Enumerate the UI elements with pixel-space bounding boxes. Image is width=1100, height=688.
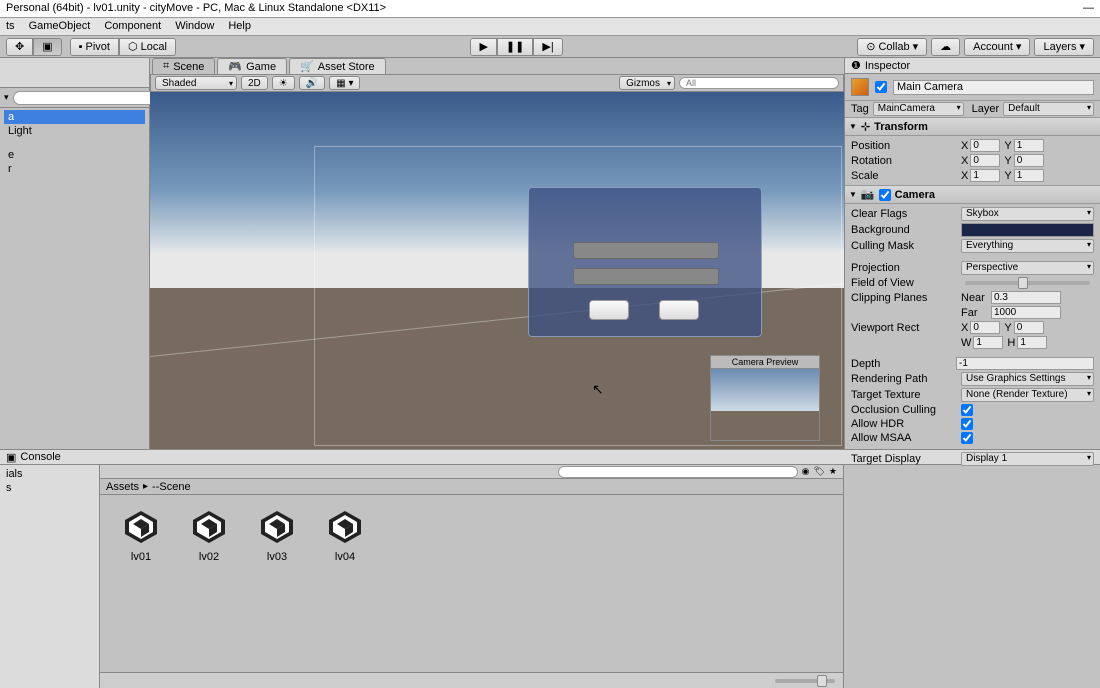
menu-gameobject[interactable]: GameObject <box>29 20 91 33</box>
rot-y[interactable] <box>1014 154 1044 167</box>
search-filter-icon[interactable]: ◉ <box>802 466 810 477</box>
tag-dropdown[interactable]: MainCamera <box>873 102 964 116</box>
login-field-2[interactable] <box>573 268 719 285</box>
active-checkbox[interactable] <box>875 81 887 93</box>
scl-x[interactable] <box>970 169 1000 182</box>
project-search[interactable] <box>558 466 798 478</box>
pause-button[interactable]: ❚❚ <box>497 38 533 56</box>
layer-dropdown[interactable]: Default <box>1003 102 1094 116</box>
hierarchy-item[interactable]: e <box>4 148 145 162</box>
login-field-1[interactable] <box>573 242 719 259</box>
far-field[interactable] <box>991 306 1061 319</box>
clearflags-dropdown[interactable]: Skybox <box>961 207 1094 221</box>
scl-y[interactable] <box>1014 169 1044 182</box>
hdr-checkbox[interactable] <box>961 418 973 430</box>
gizmos-dropdown[interactable]: Gizmos <box>619 76 675 90</box>
transform-header[interactable]: ▼⊹ Transform <box>845 117 1100 136</box>
tab-game[interactable]: 🎮 Game <box>217 58 287 74</box>
hierarchy-item[interactable]: a <box>4 110 145 124</box>
vp-w[interactable] <box>973 336 1003 349</box>
title-bar: Personal (64bit) - lv01.unity - cityMove… <box>0 0 1100 18</box>
asset-grid: lv01 lv02 lv03 lv04 <box>100 495 843 672</box>
2d-toggle[interactable]: 2D <box>241 76 268 90</box>
tab-asset-store[interactable]: 🛒 Asset Store <box>289 58 386 74</box>
login-button-2[interactable] <box>659 300 699 320</box>
menu-help[interactable]: Help <box>228 20 251 33</box>
collab-dropdown[interactable]: ⊙Collab ▾ <box>857 38 927 56</box>
camera-enabled[interactable] <box>879 189 891 201</box>
pos-x[interactable] <box>970 139 1000 152</box>
menu-component[interactable]: Component <box>104 20 161 33</box>
folder-item[interactable]: s <box>2 481 97 495</box>
asset-item[interactable]: lv03 <box>254 507 300 563</box>
step-button[interactable]: ▶| <box>533 38 562 56</box>
cloud-button[interactable]: ☁ <box>931 38 960 56</box>
background-color[interactable] <box>961 223 1094 237</box>
login-button-1[interactable] <box>589 300 629 320</box>
audio-toggle-icon[interactable]: 🔊 <box>299 76 325 90</box>
renderpath-dropdown[interactable]: Use Graphics Settings <box>961 372 1094 386</box>
hierarchy-panel: ▾ a Light e r <box>0 58 150 449</box>
tab-scene[interactable]: ⌗ Scene <box>152 58 215 74</box>
play-button[interactable]: ▶ <box>470 38 496 56</box>
camera-preview: Camera Preview <box>710 355 820 441</box>
create-dropdown[interactable]: ▾ <box>4 92 9 103</box>
hierarchy-item[interactable]: Light <box>4 124 145 138</box>
pivot-toggle[interactable]: ▪Pivot <box>70 38 119 56</box>
fov-slider[interactable] <box>965 281 1090 285</box>
shaded-dropdown[interactable]: Shaded <box>155 76 237 90</box>
depth-field[interactable] <box>956 357 1094 370</box>
light-toggle-icon[interactable]: ☀ <box>272 76 295 90</box>
occlusion-checkbox[interactable] <box>961 404 973 416</box>
local-toggle[interactable]: ⬡Local <box>119 38 176 56</box>
rect-tool[interactable]: ▣ <box>33 38 61 56</box>
gameobject-icon <box>851 78 869 96</box>
project-folders: ials s <box>0 465 100 688</box>
asset-item[interactable]: lv04 <box>322 507 368 563</box>
pos-y[interactable] <box>1014 139 1044 152</box>
hand-tool[interactable]: ✥ <box>6 38 33 56</box>
search-label-icon[interactable]: 🏷 <box>813 466 824 477</box>
vp-h[interactable] <box>1017 336 1047 349</box>
near-field[interactable] <box>991 291 1061 304</box>
layers-dropdown[interactable]: Layers ▾ <box>1034 38 1094 56</box>
rot-x[interactable] <box>970 154 1000 167</box>
menu-assets[interactable]: ts <box>6 20 15 33</box>
projection-dropdown[interactable]: Perspective <box>961 261 1094 275</box>
hierarchy-item[interactable]: r <box>4 162 145 176</box>
msaa-checkbox[interactable] <box>961 432 973 444</box>
folder-item[interactable]: ials <box>2 467 97 481</box>
asset-item[interactable]: lv02 <box>186 507 232 563</box>
targettex-dropdown[interactable]: None (Render Texture) <box>961 388 1094 402</box>
scene-search[interactable] <box>679 77 839 89</box>
minimize-icon[interactable]: — <box>1083 2 1094 15</box>
login-panel <box>528 187 762 337</box>
asset-item[interactable]: lv01 <box>118 507 164 563</box>
menu-window[interactable]: Window <box>175 20 214 33</box>
breadcrumb[interactable]: Assets ▸ --Scene <box>100 479 843 495</box>
search-star-icon[interactable]: ★ <box>829 466 837 477</box>
camera-header[interactable]: ▼📷 Camera <box>845 185 1100 204</box>
scene-view[interactable]: Camera Preview ↖ <box>150 92 844 449</box>
tab-inspector[interactable]: ❶ Inspector <box>845 58 1100 74</box>
zoom-slider[interactable] <box>775 679 835 683</box>
inspector-panel: ❶ Inspector Tag MainCamera Layer Default… <box>844 58 1100 449</box>
account-dropdown[interactable]: Account ▾ <box>964 38 1030 56</box>
menu-bar: ts GameObject Component Window Help <box>0 18 1100 36</box>
culling-dropdown[interactable]: Everything <box>961 239 1094 253</box>
targetdisplay-dropdown[interactable]: Display 1 <box>961 452 1094 466</box>
main-toolbar: ✥ ▣ ▪Pivot ⬡Local ▶ ❚❚ ▶| ⊙Collab ▾ ☁ Ac… <box>0 36 1100 58</box>
hierarchy-search[interactable] <box>13 91 159 105</box>
vp-y[interactable] <box>1014 321 1044 334</box>
window-title: Personal (64bit) - lv01.unity - cityMove… <box>6 2 386 15</box>
vp-x[interactable] <box>970 321 1000 334</box>
object-name-field[interactable] <box>893 80 1094 95</box>
fx-toggle-icon[interactable]: ▦ ▾ <box>329 76 360 90</box>
